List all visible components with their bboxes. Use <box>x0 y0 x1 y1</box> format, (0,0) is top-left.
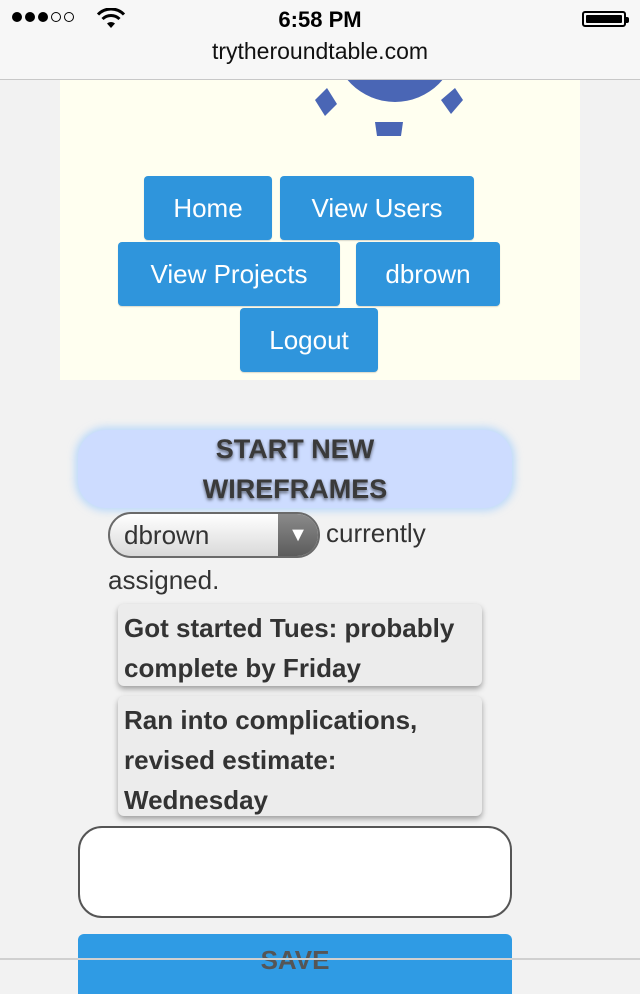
assignee-select-value: dbrown <box>124 520 210 551</box>
chevron-down-icon[interactable]: ▼ <box>278 514 318 557</box>
browser-chrome: 6:58 PM trytheroundtable.com <box>0 0 640 80</box>
status-note: Got started Tues: probably complete by F… <box>118 604 482 686</box>
battery-icon <box>582 11 629 27</box>
assignee-row: dbrown ▼ currently <box>108 510 508 559</box>
save-button[interactable]: SAVE <box>78 934 512 994</box>
task-title-text: START NEW WIREFRAMES <box>202 434 388 504</box>
nav-view-projects-button[interactable]: View Projects <box>118 242 340 306</box>
comment-input[interactable] <box>78 826 512 918</box>
nav-user-button[interactable]: dbrown <box>356 242 500 306</box>
assigned-label: currently <box>326 518 426 548</box>
task-title: START NEW WIREFRAMES <box>78 430 512 508</box>
status-time: 6:58 PM <box>278 7 362 32</box>
assignee-select[interactable]: dbrown ▼ <box>108 512 320 559</box>
nav-logout-button[interactable]: Logout <box>240 308 378 372</box>
status-note: Ran into complications, revised estimate… <box>118 696 482 816</box>
address-bar[interactable]: trytheroundtable.com <box>0 38 640 65</box>
site-header: Home View Users View Projects dbrown Log… <box>60 60 580 380</box>
assigned-label-continued: assigned. <box>108 565 220 595</box>
nav-home-button[interactable]: Home <box>144 176 272 240</box>
nav-view-users-button[interactable]: View Users <box>280 176 474 240</box>
